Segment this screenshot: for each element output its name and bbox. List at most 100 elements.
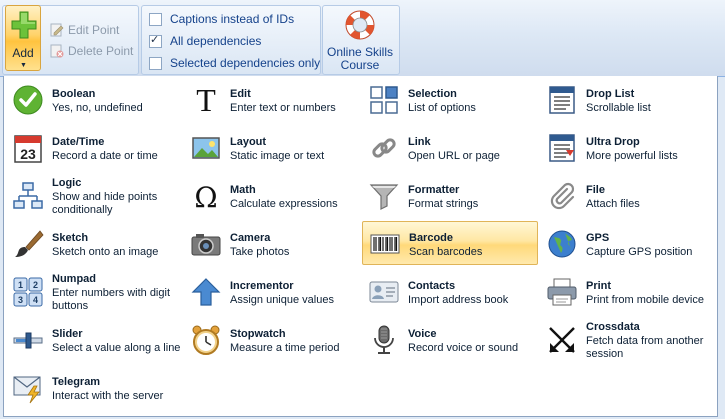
menu-item-numpad[interactable]: 1 2 3 4 Numpad Enter numbers with digit … — [6, 270, 182, 314]
calendar-icon: 23 — [14, 135, 42, 163]
globe-icon — [548, 230, 576, 258]
menu-item-desc: Open URL or page — [408, 150, 500, 162]
svg-text:T: T — [196, 84, 216, 116]
checkbox-box[interactable] — [149, 33, 162, 48]
edit-point-icon — [50, 23, 64, 37]
delete-point-label: Delete Point — [68, 44, 134, 58]
menu-item-incrementor[interactable]: Incrementor Assign unique values — [184, 270, 360, 314]
menu-item-voice[interactable]: Voice Record voice or sound — [362, 318, 538, 362]
menu-item-desc: Interact with the server — [52, 390, 164, 402]
menu-item-layout[interactable]: Layout Static image or text — [184, 126, 360, 170]
online-skills-course-button[interactable]: Online Skills Course — [322, 5, 398, 73]
barcode-icon — [370, 234, 400, 254]
menu-item-date-time[interactable]: 23 Date/Time Record a date or time — [6, 126, 182, 170]
menu-item-title: Voice — [408, 328, 437, 340]
grid-icon — [370, 86, 398, 114]
menu-item-desc: Show and hide points conditionally — [52, 191, 158, 216]
menu-item-desc: Print from mobile device — [586, 294, 704, 306]
edit-point-button[interactable]: Edit Point — [50, 21, 119, 39]
captions-instead-of-ids-checkbox[interactable]: Captions instead of IDs — [149, 10, 294, 28]
menu-item-title: Math — [230, 184, 256, 196]
add-label: Add — [12, 46, 34, 60]
numpad-icon: 1 2 3 4 — [13, 277, 43, 307]
edit-point-label: Edit Point — [68, 23, 120, 37]
checkbox-box[interactable] — [149, 56, 162, 70]
svg-text:1: 1 — [18, 280, 23, 290]
menu-item-title: Telegram — [52, 376, 101, 388]
menu-item-slider[interactable]: Slider Select a value along a line — [6, 318, 182, 362]
funnel-icon — [369, 184, 399, 210]
menu-item-desc: Fetch data from another session — [586, 335, 704, 360]
arrow-up-icon — [191, 278, 221, 306]
menu-item-desc: Calculate expressions — [230, 198, 338, 210]
menu-item-link[interactable]: Link Open URL or page — [362, 126, 538, 170]
svg-text:Ω: Ω — [194, 181, 217, 212]
menu-item-desc: Select a value along a line — [52, 342, 181, 354]
menu-item-formatter[interactable]: Formatter Format strings — [362, 174, 538, 218]
svg-text:23: 23 — [20, 146, 36, 162]
online-label-line2: Course — [340, 58, 380, 72]
menu-item-desc: Scrollable list — [586, 102, 651, 114]
selected-dependencies-only-checkbox[interactable]: Selected dependencies only — [149, 54, 320, 72]
ribbon: Add ▼ Edit Point Delete Point Captions i… — [0, 0, 725, 77]
menu-item-desc: More powerful lists — [586, 150, 678, 162]
menu-item-selection[interactable]: Selection List of options — [362, 78, 538, 122]
menu-item-desc: Take photos — [230, 246, 290, 258]
menu-item-sketch[interactable]: Sketch Sketch onto an image — [6, 222, 182, 266]
ultra-list-icon — [549, 134, 575, 162]
menu-item-telegram[interactable]: Telegram Interact with the server — [6, 366, 182, 410]
menu-item-math[interactable]: Ω Math Calculate expressions — [184, 174, 360, 218]
add-button[interactable]: Add ▼ — [5, 5, 41, 71]
checkbox-label: Captions instead of IDs — [170, 12, 295, 26]
menu-item-title: Edit — [230, 88, 251, 100]
add-point-menu: Boolean Yes, no, undefined T Edit Enter … — [3, 76, 718, 417]
menu-item-desc: Yes, no, undefined — [52, 102, 143, 114]
menu-item-logic[interactable]: Logic Show and hide points conditionally — [6, 174, 182, 218]
checkbox-label: Selected dependencies only — [170, 56, 321, 70]
menu-item-title: Selection — [408, 88, 457, 100]
checkmark-icon — [13, 85, 43, 115]
menu-item-crossdata[interactable]: Crossdata Fetch data from another sessio… — [540, 318, 716, 362]
omega-icon: Ω — [194, 181, 217, 212]
menu-item-title: Link — [408, 136, 431, 148]
svg-text:3: 3 — [18, 295, 23, 305]
printer-icon — [547, 278, 577, 306]
menu-item-ultra-drop[interactable]: Ultra Drop More powerful lists — [540, 126, 716, 170]
menu-item-camera[interactable]: Camera Take photos — [184, 222, 360, 266]
checkbox-box[interactable] — [149, 12, 162, 26]
menu-item-print[interactable]: Print Print from mobile device — [540, 270, 716, 314]
delete-point-button[interactable]: Delete Point — [50, 42, 133, 60]
menu-item-desc: Sketch onto an image — [52, 246, 159, 258]
menu-item-barcode[interactable]: Barcode Scan barcodes — [362, 221, 538, 265]
menu-item-gps[interactable]: GPS Capture GPS position — [540, 222, 716, 266]
online-skills-course-label: Online Skills Course — [322, 46, 398, 72]
menu-item-drop-list[interactable]: Drop List Scrollable list — [540, 78, 716, 122]
menu-item-contacts[interactable]: Contacts Import address book — [362, 270, 538, 314]
menu-item-file[interactable]: File Attach files — [540, 174, 716, 218]
menu-item-title: Slider — [52, 328, 83, 340]
chain-link-icon — [372, 138, 396, 158]
menu-item-desc: Capture GPS position — [586, 246, 693, 258]
menu-item-title: Stopwatch — [230, 328, 286, 340]
image-icon — [192, 137, 220, 159]
menu-item-desc: Record voice or sound — [408, 342, 519, 354]
menu-item-title: Print — [586, 280, 612, 292]
menu-item-title: GPS — [586, 232, 610, 244]
menu-item-boolean[interactable]: Boolean Yes, no, undefined — [6, 78, 182, 122]
crossing-arrows-icon — [549, 327, 575, 353]
menu-item-title: Date/Time — [52, 136, 105, 148]
menu-item-title: Ultra Drop — [586, 136, 640, 148]
svg-text:2: 2 — [33, 280, 38, 290]
all-dependencies-checkbox[interactable]: All dependencies — [149, 32, 261, 50]
online-label-line1: Online Skills — [326, 45, 394, 59]
menu-item-title: Incrementor — [230, 280, 294, 292]
menu-item-desc: List of options — [408, 102, 476, 114]
menu-item-title: Formatter — [408, 184, 460, 196]
menu-item-edit[interactable]: T Edit Enter text or numbers — [184, 78, 360, 122]
paperclip-icon — [550, 182, 575, 210]
menu-item-title: Boolean — [52, 88, 96, 100]
checkbox-label: All dependencies — [170, 34, 262, 48]
delete-point-icon — [50, 44, 64, 58]
menu-item-desc: Assign unique values — [230, 294, 334, 306]
menu-item-stopwatch[interactable]: Stopwatch Measure a time period — [184, 318, 360, 362]
